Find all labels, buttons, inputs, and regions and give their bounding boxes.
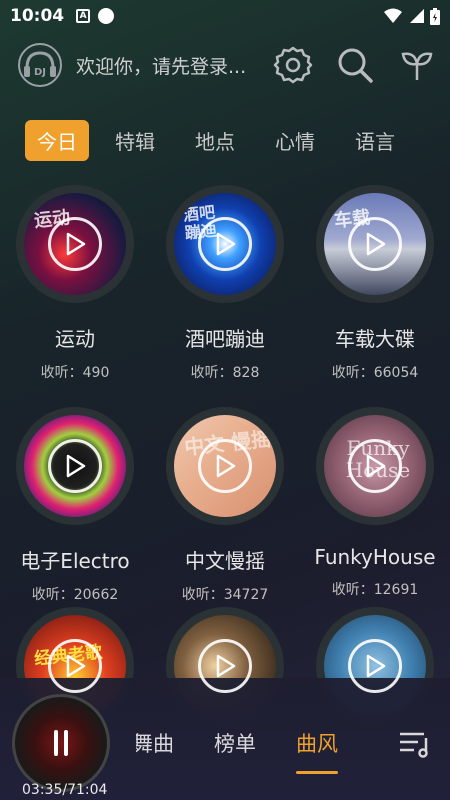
genre-card[interactable]: 车载 车载大碟 收听：66054 — [300, 185, 450, 382]
signal-icon — [410, 9, 424, 23]
disc-frame: Funky House — [316, 407, 434, 525]
now-playing-disc[interactable] — [12, 694, 110, 792]
play-button[interactable] — [348, 217, 402, 271]
cover-image: 中文 慢摇 — [174, 415, 276, 517]
play-button[interactable] — [198, 217, 252, 271]
listen-count: 收听：66054 — [331, 365, 419, 381]
nav-dance[interactable]: 舞曲 — [136, 728, 174, 758]
play-icon — [366, 232, 386, 256]
battery-icon — [430, 7, 440, 25]
notification-a-icon: A — [76, 9, 91, 23]
cover-image: 酒吧 蹦迪 — [174, 193, 276, 295]
category-tabs: 今日 特辑 地点 心情 语言 — [25, 119, 435, 161]
notification-dot-icon — [98, 8, 115, 24]
disc-frame: 车载 — [316, 185, 434, 303]
wifi-icon — [384, 8, 402, 23]
playlist-button[interactable] — [398, 730, 432, 762]
disc-frame: 酒吧 蹦迪 — [166, 185, 284, 303]
nav-charts[interactable]: 榜单 — [214, 728, 256, 758]
play-icon — [366, 454, 386, 478]
play-icon — [66, 232, 86, 256]
play-button[interactable] — [48, 639, 102, 693]
card-title: 车载大碟 — [335, 327, 415, 351]
genre-card[interactable]: 酒吧 蹦迪 酒吧蹦迪 收听：828 — [150, 185, 300, 382]
play-button[interactable] — [198, 639, 252, 693]
search-icon — [338, 48, 373, 83]
play-icon — [66, 654, 86, 678]
login-prompt[interactable]: 欢迎你，请先登录... — [76, 52, 246, 79]
genre-card[interactable]: 电子Electro 收听：20662 — [0, 407, 150, 604]
play-icon — [366, 654, 386, 678]
nav-genre[interactable]: 曲风 — [296, 728, 338, 774]
play-icon — [66, 454, 86, 478]
search-button[interactable] — [334, 44, 376, 86]
play-button[interactable] — [348, 639, 402, 693]
tab-mood[interactable]: 心情 — [275, 126, 315, 155]
settings-button[interactable] — [272, 44, 314, 86]
bottom-nav: 舞曲 榜单 曲风 — [136, 728, 378, 774]
gear-icon — [273, 46, 313, 84]
genre-card[interactable]: 中文 慢摇 中文慢摇 收听：34727 — [150, 407, 300, 604]
disc-frame: 运动 — [16, 185, 134, 303]
tab-location[interactable]: 地点 — [195, 126, 235, 155]
listen-count: 收听：20662 — [31, 587, 119, 603]
play-button[interactable] — [348, 439, 402, 493]
play-icon — [216, 232, 236, 256]
genre-card[interactable]: 运动 运动 收听：490 — [0, 185, 150, 382]
cover-image: 车载 — [324, 193, 426, 295]
cover-image — [24, 415, 126, 517]
play-icon — [216, 454, 236, 478]
genre-card[interactable]: Funky House FunkyHouse 收听：12691 — [300, 407, 450, 599]
listen-count: 收听：12691 — [331, 582, 419, 598]
pause-icon[interactable] — [54, 730, 68, 756]
listen-count: 收听：34727 — [181, 587, 269, 603]
status-time: 10:04 — [10, 6, 65, 26]
card-title: 酒吧蹦迪 — [185, 327, 265, 351]
tab-today[interactable]: 今日 — [25, 119, 89, 161]
cover-image: 运动 — [24, 193, 126, 295]
user-avatar[interactable]: DJ — [18, 43, 62, 87]
card-title: FunkyHouse — [314, 545, 436, 569]
play-button[interactable] — [48, 217, 102, 271]
playback-time: 03:35/71:04 — [22, 782, 108, 798]
sprout-button[interactable] — [396, 44, 438, 86]
disc-frame — [16, 407, 134, 525]
play-icon — [216, 654, 236, 678]
active-indicator — [296, 771, 338, 774]
card-title: 运动 — [55, 327, 95, 351]
play-button[interactable] — [48, 439, 102, 493]
sprout-icon — [401, 52, 433, 80]
play-button[interactable] — [198, 439, 252, 493]
listen-count: 收听：828 — [190, 365, 260, 381]
card-title: 电子Electro — [20, 549, 130, 573]
card-title: 中文慢摇 — [185, 549, 265, 573]
listen-count: 收听：490 — [40, 365, 110, 381]
app-header: DJ 欢迎你，请先登录... — [18, 42, 438, 88]
tab-special[interactable]: 特辑 — [115, 126, 155, 155]
playlist-icon — [400, 732, 428, 758]
cover-image: Funky House — [324, 415, 426, 517]
mini-player: 03:35/71:04 舞曲 榜单 曲风 — [0, 678, 450, 800]
nav-genre-label: 曲风 — [296, 732, 338, 756]
tab-language[interactable]: 语言 — [355, 126, 395, 155]
dj-headphones-icon: DJ — [24, 51, 56, 78]
status-bar: 10:04 A — [0, 0, 450, 32]
svg-text:DJ: DJ — [34, 67, 46, 78]
disc-frame: 中文 慢摇 — [166, 407, 284, 525]
